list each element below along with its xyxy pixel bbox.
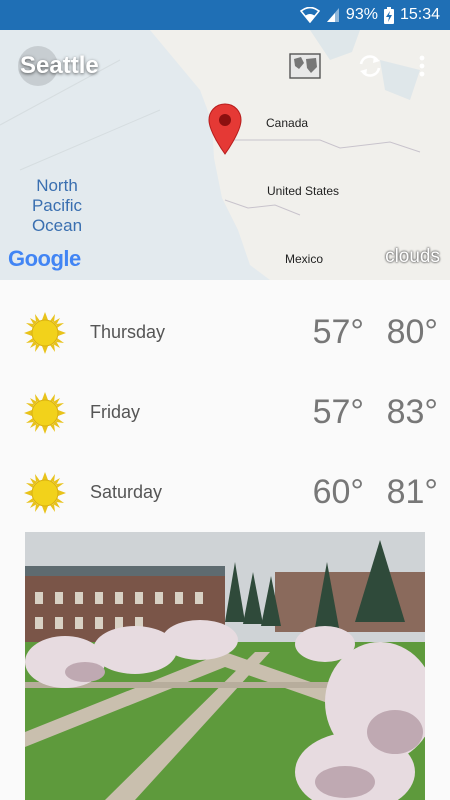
- high-temp: 80°: [386, 313, 438, 351]
- day-label: Saturday: [90, 482, 163, 502]
- more-vert-icon[interactable]: [404, 48, 440, 84]
- map-label-canada: Canada: [266, 116, 309, 130]
- forecast-row[interactable]: Thursday 57° 80°: [0, 292, 450, 372]
- low-temp: 60°: [312, 473, 364, 511]
- battery-percent: 93%: [345, 6, 378, 23]
- map-icon[interactable]: [287, 48, 323, 84]
- low-temp: 57°: [312, 313, 364, 351]
- low-temp: 57°: [312, 393, 364, 431]
- map-layer-label: clouds: [385, 246, 440, 267]
- map-label-mexico: Mexico: [285, 252, 324, 266]
- sun-icon: [24, 472, 66, 514]
- day-label: Friday: [90, 402, 141, 422]
- map-label-ocean: North Pacific Ocean: [31, 176, 83, 235]
- forecast-list: Thursday 57° 80° Friday 57° 83° Saturday…: [0, 292, 450, 532]
- city-title: Seattle: [20, 52, 99, 79]
- battery-charging-icon: [383, 6, 394, 24]
- map-label-united-states: United States: [267, 184, 340, 198]
- signal-icon: [326, 7, 340, 23]
- clock: 15:34: [399, 6, 440, 23]
- google-logo: Google: [8, 246, 81, 271]
- high-temp: 83°: [386, 393, 438, 431]
- refresh-icon[interactable]: [352, 48, 388, 84]
- city-photo: [25, 532, 425, 800]
- wifi-icon: [299, 7, 320, 23]
- forecast-row[interactable]: Saturday 60° 81°: [0, 452, 450, 532]
- location-pin-icon[interactable]: [207, 102, 243, 156]
- sun-icon: [24, 312, 66, 354]
- toolbar: Seattle: [0, 30, 450, 102]
- forecast-row[interactable]: Friday 57° 83°: [0, 372, 450, 452]
- sun-icon: [24, 392, 66, 434]
- day-label: Thursday: [90, 322, 166, 342]
- status-bar: 93% 15:34: [0, 0, 450, 30]
- high-temp: 81°: [386, 473, 438, 511]
